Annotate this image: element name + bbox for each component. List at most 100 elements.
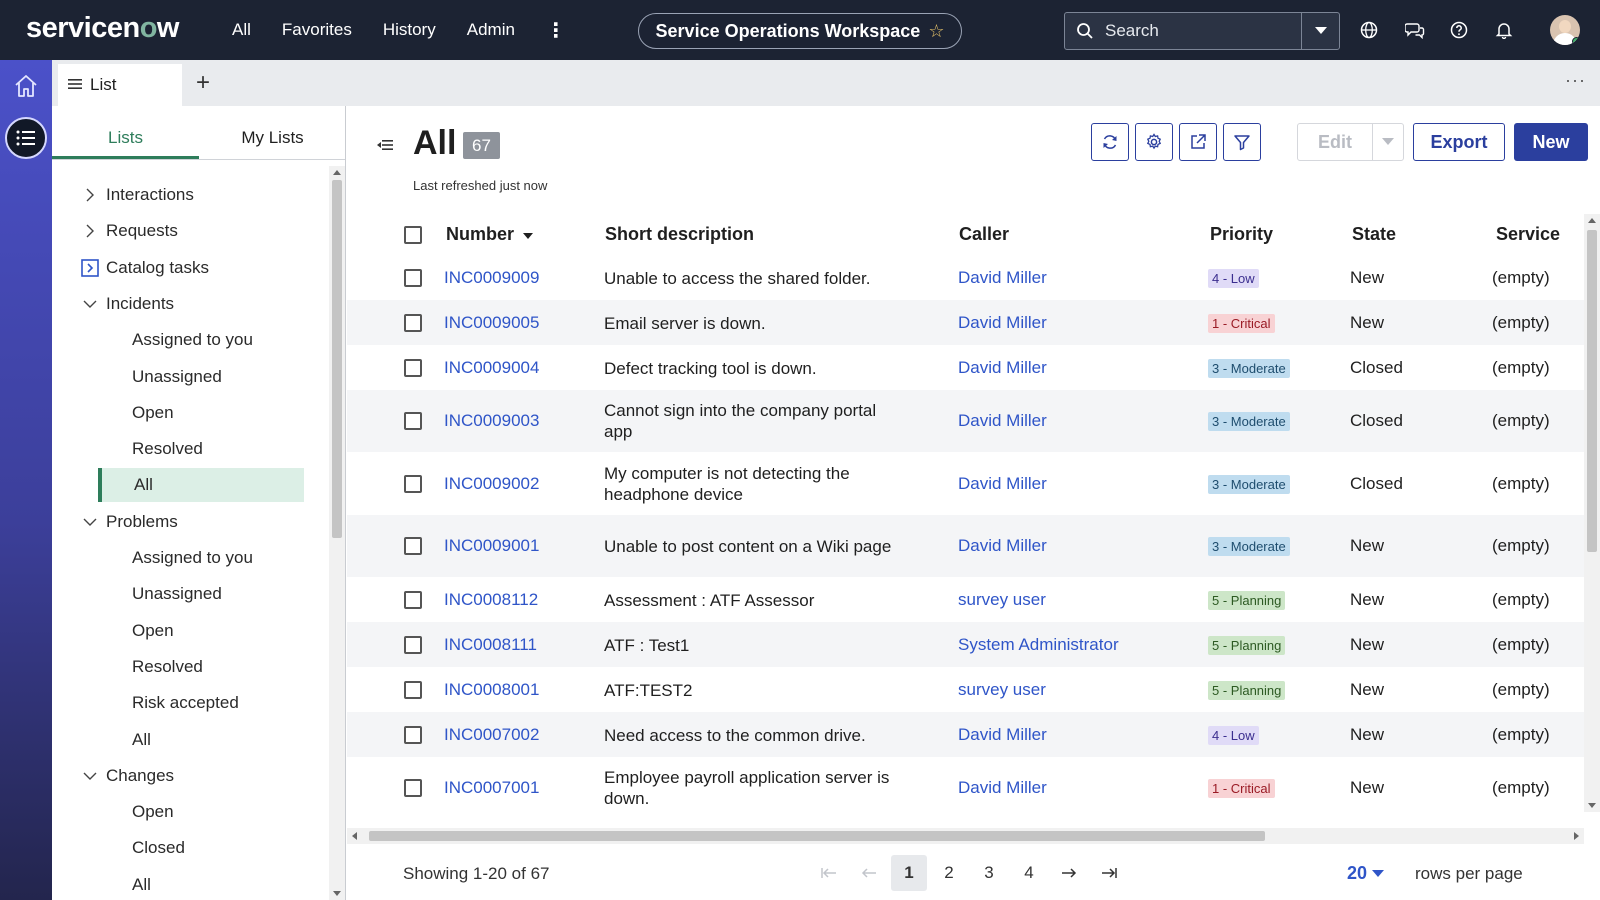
home-icon[interactable]	[13, 74, 39, 103]
caller-link[interactable]: David Miller	[958, 268, 1047, 288]
table-row[interactable]: INC0009005 Email server is down. David Mil…	[347, 300, 1584, 345]
first-page-button[interactable]	[811, 855, 847, 891]
workspace-switcher[interactable]: Service Operations Workspace ☆	[638, 13, 962, 49]
table-vertical-scrollbar[interactable]	[1584, 214, 1600, 812]
sidebar-item-unassigned[interactable]: Unassigned	[102, 360, 304, 394]
nav-more-icon[interactable]: ⋮	[546, 18, 566, 43]
incident-number-link[interactable]: INC0009009	[444, 268, 539, 288]
incident-number-link[interactable]: INC0007002	[444, 725, 539, 745]
row-checkbox[interactable]	[404, 269, 422, 287]
page-3-button[interactable]: 3	[971, 855, 1007, 891]
sidebar-item-interactions[interactable]: Interactions	[76, 178, 302, 212]
incident-number-link[interactable]: INC0009004	[444, 358, 539, 378]
sidebar-item-assigned-to-you[interactable]: Assigned to you	[102, 541, 304, 575]
select-all-checkbox[interactable]	[404, 226, 422, 244]
incident-number-link[interactable]: INC0007001	[444, 778, 539, 798]
scroll-up-icon[interactable]	[1588, 218, 1596, 223]
search-scope-dropdown[interactable]	[1301, 13, 1339, 49]
expand-box-icon[interactable]	[76, 258, 104, 277]
nav-history[interactable]: History	[383, 20, 436, 40]
caller-link[interactable]: David Miller	[958, 778, 1047, 798]
row-checkbox[interactable]	[404, 779, 422, 797]
sidebar-item-incidents[interactable]: Incidents	[76, 287, 302, 321]
caller-link[interactable]: David Miller	[958, 313, 1047, 333]
tab-lists[interactable]: Lists	[52, 122, 199, 159]
column-number[interactable]: Number	[446, 224, 534, 245]
table-row[interactable]: INC0009004 Defect tracking tool is down. D…	[347, 345, 1584, 390]
caller-link[interactable]: David Miller	[958, 536, 1047, 556]
sidebar-item-all[interactable]: All	[98, 468, 304, 503]
row-checkbox[interactable]	[404, 590, 422, 609]
previous-page-button[interactable]	[851, 855, 887, 891]
search-input[interactable]	[1105, 21, 1301, 41]
nav-all[interactable]: All	[232, 20, 251, 40]
sidebar-item-unassigned[interactable]: Unassigned	[102, 577, 304, 611]
export-button[interactable]: Export	[1413, 123, 1505, 161]
scrollbar-thumb[interactable]	[369, 831, 1265, 841]
sidebar-item-open[interactable]: Open	[102, 614, 304, 648]
table-row[interactable]: INC0007002 Need access to the common driv…	[347, 712, 1584, 757]
caller-link[interactable]: David Miller	[958, 411, 1047, 431]
incident-number-link[interactable]: INC0009003	[444, 411, 539, 431]
caller-link[interactable]: David Miller	[958, 474, 1047, 494]
help-icon[interactable]	[1450, 18, 1495, 42]
table-row[interactable]: INC0009003 Cannot sign into the company p…	[347, 390, 1584, 452]
sidebar-item-all[interactable]: All	[102, 723, 304, 757]
last-page-button[interactable]	[1091, 855, 1127, 891]
chat-icon[interactable]	[1405, 18, 1450, 42]
sidebar-item-changes[interactable]: Changes	[76, 759, 302, 793]
sidebar-item-risk-accepted[interactable]: Risk accepted	[102, 686, 304, 720]
column-state[interactable]: State	[1352, 224, 1396, 245]
table-row[interactable]: INC0009009 Unable to access the shared fo…	[347, 256, 1584, 300]
incident-number-link[interactable]: INC0009001	[444, 536, 539, 556]
chevron-right-icon[interactable]	[76, 224, 104, 238]
new-button[interactable]: New	[1514, 123, 1588, 161]
sort-desc-icon[interactable]	[523, 232, 534, 240]
table-row[interactable]: INC0008111 ATF : Test1 System Administrato…	[347, 622, 1584, 667]
caller-link[interactable]: survey user	[958, 590, 1046, 610]
scrollbar-thumb[interactable]	[332, 180, 342, 538]
incident-number-link[interactable]: INC0009005	[444, 313, 539, 333]
more-options-icon[interactable]: ···	[1565, 70, 1586, 91]
filter-button[interactable]	[1223, 123, 1261, 161]
table-row[interactable]: INC0008112 Assessment : ATF Assessor surve…	[347, 577, 1584, 622]
row-checkbox[interactable]	[404, 537, 422, 555]
table-row[interactable]: INC0008001 ATF:TEST2 survey user 5 - Planni…	[347, 667, 1584, 712]
incident-number-link[interactable]: INC0008001	[444, 680, 539, 700]
list-settings-button[interactable]	[1135, 123, 1173, 161]
chevron-down-icon[interactable]	[76, 772, 104, 780]
scroll-down-icon[interactable]	[333, 891, 341, 896]
column-service[interactable]: Service	[1496, 224, 1560, 245]
chevron-right-icon[interactable]	[76, 188, 104, 202]
incident-number-link[interactable]: INC0009002	[444, 474, 539, 494]
row-checkbox[interactable]	[404, 313, 422, 332]
sidebar-item-closed[interactable]: Closed	[102, 831, 304, 865]
tab-my-lists[interactable]: My Lists	[199, 122, 345, 159]
table-row[interactable]: INC0009002 My computer is not detecting t…	[347, 452, 1584, 515]
add-tab-button[interactable]: +	[188, 68, 218, 98]
sidebar-item-requests[interactable]: Requests	[76, 214, 302, 248]
edit-dropdown-button[interactable]	[1372, 123, 1404, 161]
scroll-down-icon[interactable]	[1588, 803, 1596, 808]
open-in-new-button[interactable]	[1179, 123, 1217, 161]
sidebar-item-catalog-tasks[interactable]: Catalog tasks	[76, 251, 302, 285]
nav-admin[interactable]: Admin	[467, 20, 515, 40]
column-caller[interactable]: Caller	[959, 224, 1009, 245]
page-4-button[interactable]: 4	[1011, 855, 1047, 891]
row-checkbox[interactable]	[404, 635, 422, 654]
rows-per-page-select[interactable]: 20	[1347, 863, 1385, 884]
scroll-left-icon[interactable]	[352, 832, 357, 840]
servicenow-logo[interactable]: servicenow	[26, 12, 179, 45]
incident-number-link[interactable]: INC0008111	[444, 635, 537, 655]
sidebar-item-resolved[interactable]: Resolved	[102, 432, 304, 466]
caller-link[interactable]: David Miller	[958, 358, 1047, 378]
edit-button[interactable]: Edit	[1297, 123, 1373, 161]
scroll-right-icon[interactable]	[1574, 832, 1579, 840]
table-row[interactable]: INC0007001 Employee payroll application s…	[347, 757, 1584, 819]
bell-icon[interactable]	[1495, 18, 1540, 42]
tab-list[interactable]: List	[58, 64, 182, 106]
sidebar-item-all[interactable]: All	[102, 868, 304, 900]
incident-number-link[interactable]: INC0008112	[444, 590, 538, 610]
star-icon[interactable]: ☆	[928, 21, 944, 42]
table-horizontal-scrollbar[interactable]	[347, 828, 1584, 844]
